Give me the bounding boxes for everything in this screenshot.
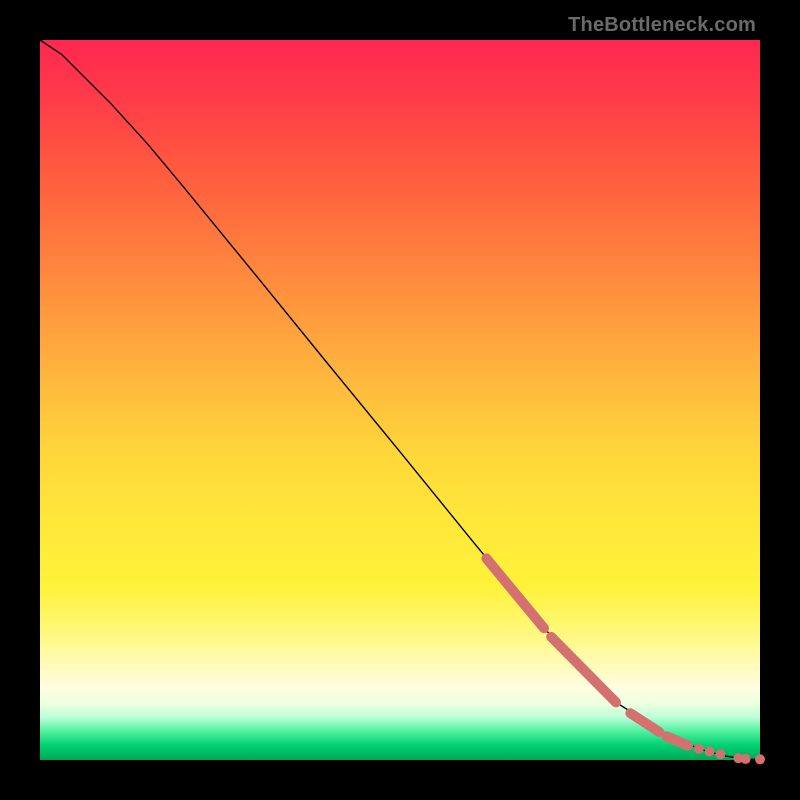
highlight-points (694, 744, 765, 764)
highlight-segment (630, 713, 659, 732)
highlight-segment (666, 736, 688, 745)
highlight-point (715, 749, 725, 759)
highlight-segments (486, 558, 688, 745)
highlight-point (705, 746, 715, 756)
watermark-label: TheBottleneck.com (568, 14, 756, 37)
chart-stage: TheBottleneck.com (0, 0, 800, 800)
highlight-segment (486, 558, 544, 628)
chart-overlay (40, 40, 760, 760)
highlight-point (755, 754, 765, 764)
highlight-segment (551, 637, 616, 703)
bottleneck-curve (40, 40, 760, 759)
highlight-point (741, 754, 751, 764)
highlight-point (694, 744, 704, 754)
